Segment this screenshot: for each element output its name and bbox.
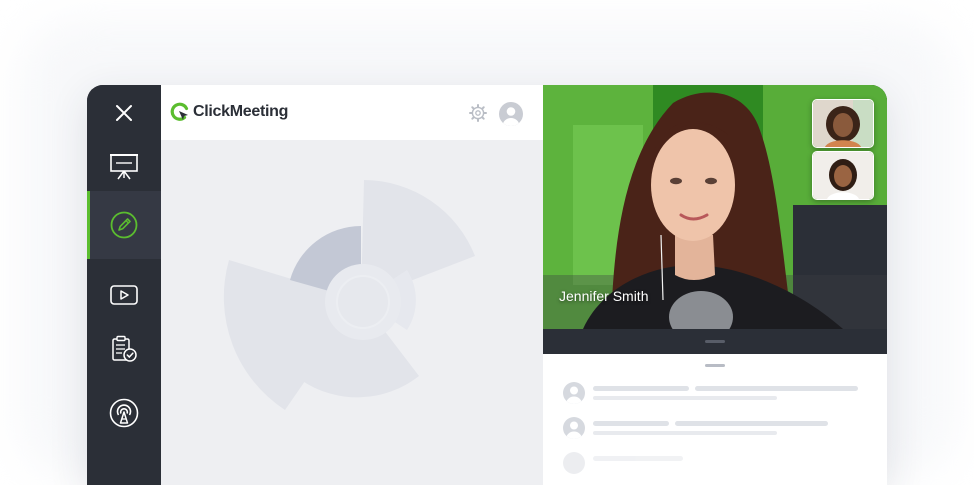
video-chat-divider xyxy=(543,329,887,354)
board-canvas[interactable] xyxy=(161,140,543,485)
presenter-name: Jennifer Smith xyxy=(559,288,649,304)
clipboard-check-icon xyxy=(112,335,137,362)
chat-drag-handle[interactable] xyxy=(705,364,725,367)
tests-button[interactable] xyxy=(87,328,161,370)
meeting-room-window: ClickMeeting Jennifer Smith xyxy=(87,85,887,485)
chat-message xyxy=(563,452,873,478)
close-icon xyxy=(116,105,132,121)
logo-mark-icon xyxy=(170,102,189,121)
broadcast-button[interactable] xyxy=(87,390,161,436)
presenter-video[interactable]: Jennifer Smith xyxy=(543,85,887,329)
presentation-button[interactable] xyxy=(87,141,161,191)
whiteboard-button[interactable] xyxy=(87,191,161,259)
pencil-icon xyxy=(110,211,138,239)
avatar xyxy=(563,452,585,474)
resize-handle[interactable] xyxy=(705,340,725,343)
board-header: ClickMeeting xyxy=(161,85,543,140)
clickmeeting-logo: ClickMeeting xyxy=(170,102,288,122)
message-placeholder-line xyxy=(675,421,828,426)
message-placeholder-line xyxy=(593,421,669,426)
message-placeholder-line xyxy=(593,431,777,435)
participant-thumbnail-1[interactable] xyxy=(812,99,874,148)
message-placeholder-line xyxy=(593,456,683,461)
sidebar xyxy=(87,85,161,485)
chat-message xyxy=(563,382,873,408)
presentation-board-icon xyxy=(110,154,138,180)
user-avatar-icon[interactable] xyxy=(499,102,523,126)
brand-name: ClickMeeting xyxy=(193,103,289,120)
video-button[interactable] xyxy=(87,275,161,315)
message-placeholder-line xyxy=(593,396,777,400)
play-video-icon xyxy=(110,285,138,305)
chat-panel xyxy=(543,354,887,485)
message-placeholder-line xyxy=(593,386,689,391)
close-button[interactable] xyxy=(87,90,161,136)
message-placeholder-line xyxy=(695,386,858,391)
avatar xyxy=(563,417,585,439)
participant-thumbnail-2[interactable] xyxy=(812,151,874,200)
avatar xyxy=(563,382,585,404)
broadcast-tower-icon xyxy=(109,398,139,428)
gear-icon[interactable] xyxy=(469,104,487,122)
shape-illustration xyxy=(223,180,475,410)
whiteboard-panel: ClickMeeting xyxy=(161,85,543,485)
chat-message xyxy=(563,417,873,443)
